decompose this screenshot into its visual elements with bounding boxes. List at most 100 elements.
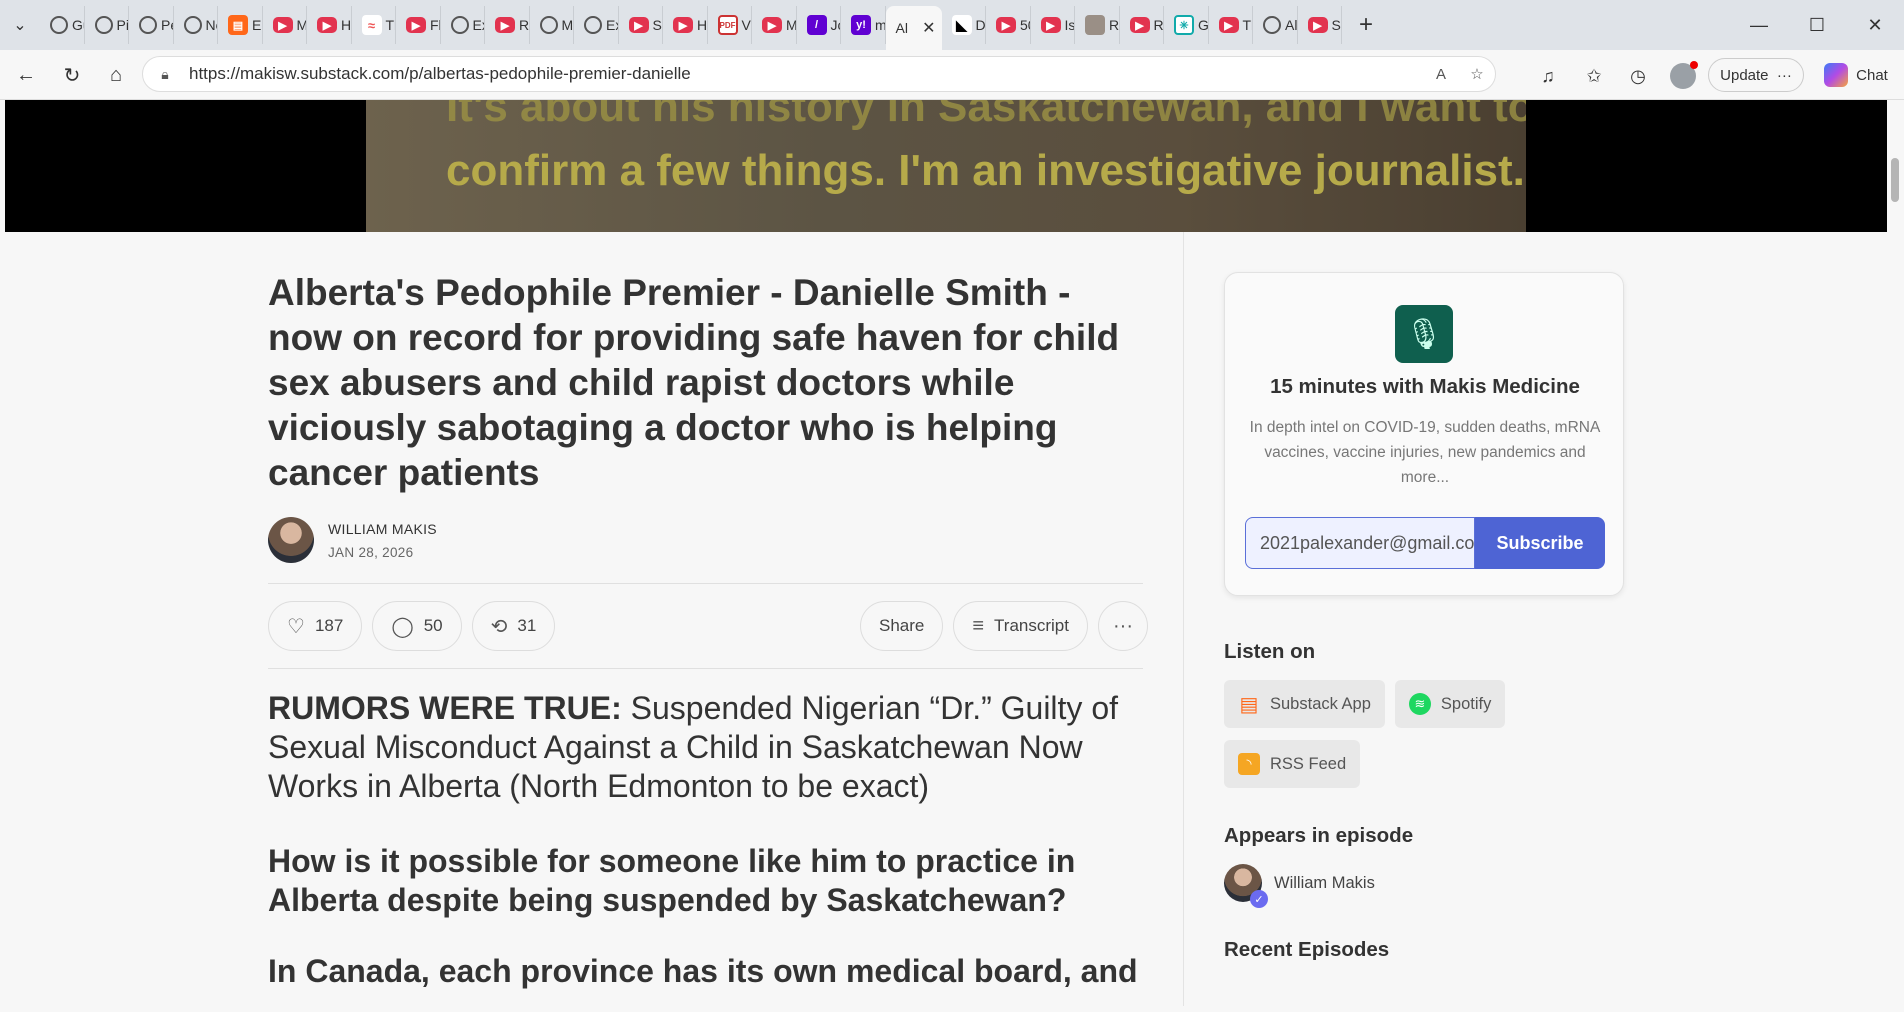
- tab-title: Is: [1064, 17, 1075, 33]
- history-button[interactable]: ◷: [1620, 58, 1656, 94]
- browser-tab[interactable]: ▶Fl: [396, 6, 441, 44]
- browser-tab[interactable]: ▶Th: [1209, 6, 1253, 44]
- browser-tab[interactable]: ▶50: [986, 6, 1031, 44]
- restack-button[interactable]: ⟲ 31: [471, 601, 556, 651]
- star-icon[interactable]: ☆: [1459, 65, 1495, 83]
- like-button[interactable]: ♡ 187: [268, 601, 363, 651]
- spotify-icon: ≋: [1408, 693, 1431, 715]
- tab-title: Re: [1109, 17, 1120, 33]
- profile-avatar: [1670, 61, 1698, 89]
- read-aloud-icon[interactable]: A: [1423, 66, 1459, 83]
- browser-tab[interactable]: ▶M: [263, 6, 307, 44]
- snowflake-icon: ✳: [1174, 15, 1194, 35]
- tab-title: Ec: [252, 17, 262, 33]
- comment-button[interactable]: ◯ 50: [372, 601, 462, 651]
- browser-tab[interactable]: y!m: [841, 6, 886, 44]
- browser-tab[interactable]: Ne: [174, 6, 218, 44]
- browser-tab[interactable]: ▶ Is: [1031, 6, 1075, 44]
- back-button[interactable]: ←: [4, 55, 48, 95]
- browser-tab[interactable]: ▤Ec: [218, 6, 263, 44]
- tab-actions-menu-button[interactable]: ⌄: [0, 5, 40, 45]
- chevron-logo-icon: ≈: [361, 15, 382, 35]
- more-options-button[interactable]: ···: [1098, 601, 1148, 651]
- browser-tab[interactable]: Gu: [40, 6, 85, 44]
- tab-title: Pe: [161, 17, 173, 33]
- browser-tab[interactable]: /Jo: [797, 6, 841, 44]
- browser-tab[interactable]: ◣ D: [942, 6, 986, 44]
- browser-tab[interactable]: Ex: [574, 6, 619, 44]
- comment-count: 50: [423, 616, 443, 635]
- youtube-icon: ▶: [673, 17, 693, 33]
- browser-tab[interactable]: Pi: [85, 6, 129, 44]
- profile-button[interactable]: [1665, 58, 1701, 94]
- tab-title: Al: [895, 20, 908, 36]
- browser-tab[interactable]: ≈Th: [352, 6, 396, 44]
- byline: WILLIAM MAKIS JAN 28, 2026: [268, 517, 1148, 563]
- subheading-bold: RUMORS WERE TRUE:: [268, 690, 622, 726]
- maximize-button[interactable]: ☐: [1788, 0, 1846, 50]
- scrollbar-thumb[interactable]: [1891, 158, 1899, 202]
- tab-title: M: [561, 17, 574, 33]
- microphone-icon[interactable]: 🎙︎: [1395, 305, 1453, 363]
- address-field[interactable]: 🔒︎ https://makisw.substack.com/p/alberta…: [142, 56, 1496, 92]
- substack-app-link[interactable]: ▤ Substack App: [1224, 680, 1385, 728]
- close-window-button[interactable]: ✕: [1846, 0, 1904, 50]
- browser-tab[interactable]: M: [530, 6, 574, 44]
- browser-tab[interactable]: ▶Rc: [485, 6, 530, 44]
- share-label: Share: [879, 616, 925, 635]
- podcast-title[interactable]: 15 minutes with Makis Medicine: [1225, 375, 1625, 399]
- guest-avatar: [1224, 864, 1268, 908]
- recent-episodes-heading: Recent Episodes: [1224, 938, 1390, 961]
- author-avatar[interactable]: [268, 517, 314, 563]
- ellipsis-icon: ···: [1113, 614, 1133, 637]
- browser-tab[interactable]: ▶Sv: [619, 6, 663, 44]
- refresh-icon: ↻: [63, 64, 81, 87]
- tab-title: Pi: [116, 17, 129, 33]
- browser-tab[interactable]: ▶Hc: [663, 6, 708, 44]
- arrow-left-icon: ←: [16, 63, 36, 86]
- browser-tab[interactable]: Pe: [129, 6, 174, 44]
- minimize-icon: —: [1750, 14, 1768, 35]
- youtube-icon: ▶: [628, 17, 649, 33]
- browser-tab[interactable]: ▶M: [752, 6, 797, 44]
- youtube-icon: ▶: [406, 17, 426, 33]
- browser-tab[interactable]: Ex: [441, 6, 485, 44]
- share-button[interactable]: Share: [860, 601, 944, 651]
- browser-tab[interactable]: PDFVc: [708, 6, 752, 44]
- browser-tab[interactable]: Al ✕: [885, 6, 942, 50]
- close-tab-icon[interactable]: ✕: [922, 18, 935, 38]
- page-scrollbar[interactable]: [1887, 100, 1904, 1012]
- episode-guest[interactable]: William Makis: [1224, 864, 1624, 908]
- subscribe-button[interactable]: Subscribe: [1475, 517, 1605, 569]
- browser-tab[interactable]: ✳Gi: [1164, 6, 1209, 44]
- minimize-button[interactable]: —: [1730, 0, 1788, 50]
- refresh-button[interactable]: ↻: [50, 55, 94, 95]
- browser-tab[interactable]: Re: [1075, 6, 1120, 44]
- substack-icon: ▤: [228, 15, 248, 35]
- tab-title: D: [975, 17, 986, 33]
- author-name[interactable]: WILLIAM MAKIS: [328, 521, 437, 537]
- url-text[interactable]: https://makisw.substack.com/p/albertas-p…: [189, 64, 1423, 84]
- media-button[interactable]: ♫: [1530, 58, 1566, 94]
- copilot-chat-button[interactable]: Chat: [1814, 58, 1898, 92]
- platform-label: Spotify: [1440, 694, 1492, 713]
- browser-tab[interactable]: Al: [1253, 6, 1298, 44]
- favorites-button[interactable]: ✩: [1576, 58, 1612, 94]
- spotify-link[interactable]: ≋ Spotify: [1394, 680, 1506, 728]
- article-subheading-3: In Canada, each province has its own med…: [268, 953, 1138, 989]
- browser-tab[interactable]: ▶Ho: [307, 6, 352, 44]
- rss-feed-link[interactable]: ◝ RSS Feed: [1224, 740, 1361, 788]
- transcript-button[interactable]: ≡ Transcript: [953, 601, 1088, 651]
- email-field[interactable]: 2021palexander@gmail.com: [1245, 517, 1475, 569]
- new-tab-button[interactable]: +: [1346, 5, 1386, 45]
- browser-tab[interactable]: ▶Sh: [1298, 6, 1342, 44]
- article-title: Alberta's Pedophile Premier - Danielle S…: [268, 272, 1120, 493]
- comment-icon: ◯: [391, 615, 414, 638]
- lock-icon[interactable]: 🔒︎: [153, 66, 177, 83]
- transcript-icon: ≡: [972, 614, 985, 637]
- update-button[interactable]: Update ···: [1708, 58, 1804, 92]
- home-button[interactable]: ⌂: [94, 55, 138, 95]
- globe-icon: [94, 16, 113, 34]
- youtube-icon: ▶: [1040, 17, 1061, 33]
- browser-tab[interactable]: ▶Re: [1120, 6, 1164, 44]
